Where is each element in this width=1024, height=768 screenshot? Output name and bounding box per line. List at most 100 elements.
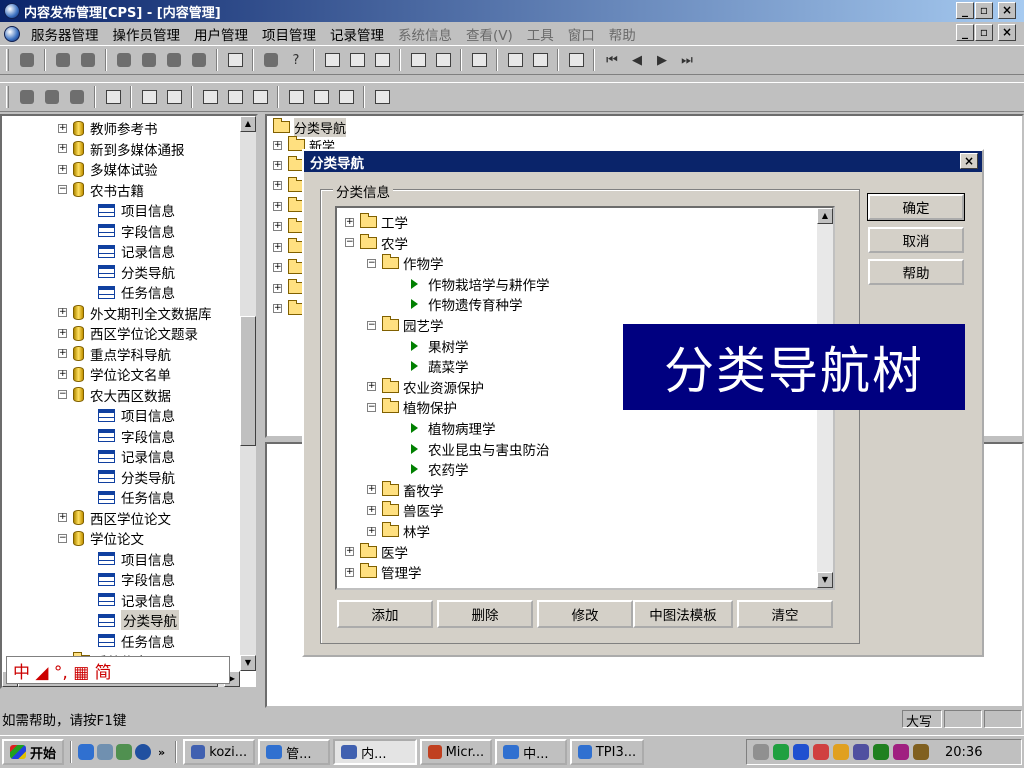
category-leaf[interactable]: 蔬菜学 <box>411 356 469 376</box>
tray-sync-icon[interactable] <box>853 744 869 760</box>
tree-item[interactable]: 项目信息 <box>98 549 175 569</box>
tree-item[interactable]: 分类导航 <box>98 467 175 487</box>
window-icon[interactable] <box>138 86 160 108</box>
refresh-icon[interactable] <box>224 49 246 71</box>
expand-icon[interactable]: + <box>58 513 67 522</box>
category-node[interactable]: + 医学 <box>345 542 408 562</box>
operator-icon[interactable] <box>113 49 135 71</box>
tree-item[interactable]: 任务信息 <box>98 282 175 302</box>
paste-icon[interactable] <box>432 49 454 71</box>
export-icon[interactable] <box>224 86 246 108</box>
tree-item[interactable]: 字段信息 <box>98 221 175 241</box>
tray-app-icon[interactable] <box>773 744 789 760</box>
expand-icon[interactable]: + <box>367 505 376 515</box>
first-record-icon[interactable]: ⏮ <box>601 49 623 71</box>
media-player-icon[interactable] <box>135 744 152 760</box>
tree-item[interactable]: + 新到多媒体通报 <box>58 139 185 159</box>
expand-icon[interactable]: + <box>273 242 282 252</box>
collapse-icon[interactable]: − <box>367 258 376 268</box>
menu-user[interactable]: 用户管理 <box>187 24 255 44</box>
user-icon[interactable] <box>138 49 160 71</box>
volume-icon[interactable] <box>753 744 769 760</box>
database-copy-icon[interactable] <box>41 86 63 108</box>
category-leaf[interactable]: 农药学 <box>411 459 469 479</box>
collapse-icon[interactable]: − <box>58 390 67 399</box>
menu-system[interactable]: 系统信息 <box>391 24 459 44</box>
expand-icon[interactable]: + <box>58 123 67 133</box>
permission-icon[interactable] <box>188 49 210 71</box>
expand-icon[interactable]: + <box>273 181 282 190</box>
record-add-icon[interactable] <box>321 49 343 71</box>
tray-edit-icon[interactable] <box>893 744 909 760</box>
expand-icon[interactable]: + <box>273 222 282 231</box>
tree-item[interactable]: − 农大西区数据 <box>58 385 171 405</box>
last-record-icon[interactable]: ⏭ <box>676 49 698 71</box>
right-tree-root[interactable]: 分类导航 <box>273 117 347 137</box>
tree-item[interactable]: 任务信息 <box>98 487 175 507</box>
category-leaf[interactable]: 作物遗传育种学 <box>411 294 523 314</box>
tree-item[interactable]: + 西区学位论文 <box>58 508 171 528</box>
help-button[interactable]: 帮助 <box>868 259 964 285</box>
collapse-icon[interactable]: − <box>58 185 67 194</box>
task-manage[interactable]: 管... <box>258 739 331 765</box>
collapse-icon[interactable]: − <box>58 533 67 543</box>
database-icon[interactable] <box>16 86 38 108</box>
copy-icon[interactable] <box>407 49 429 71</box>
tree-item[interactable]: 记录信息 <box>98 446 175 466</box>
category-node[interactable]: − 园艺学 <box>367 315 444 335</box>
cancel-button[interactable]: 取消 <box>868 227 964 253</box>
server-add-icon[interactable] <box>77 49 99 71</box>
category-node[interactable]: + 工学 <box>345 212 408 232</box>
ime-toolbar[interactable]: 中 ◢ °, ▦ 简 <box>6 656 230 684</box>
maximize-button[interactable]: ▫ <box>975 2 993 19</box>
expand-icon[interactable]: + <box>367 382 376 392</box>
task-powerpoint[interactable]: Micr... <box>420 739 493 765</box>
clc-template-button[interactable]: 中图法模板 <box>633 600 733 628</box>
tree-item[interactable]: + 外文期刊全文数据库 <box>58 303 212 323</box>
delete-button[interactable]: 删除 <box>437 600 533 628</box>
modify-button[interactable]: 修改 <box>537 600 633 628</box>
menu-project[interactable]: 项目管理 <box>255 24 323 44</box>
tree-item[interactable]: 分类导航 <box>98 262 175 282</box>
left-tree-pane[interactable]: + 教师参考书 + 新到多媒体通报 + 多媒体试验 − 农书古籍 项目信息 字段信息 记录信息 分类导… <box>0 114 258 689</box>
scroll-thumb[interactable] <box>240 316 256 446</box>
help-icon[interactable]: ? <box>285 49 307 71</box>
tree-item[interactable]: 记录信息 <box>98 590 175 610</box>
prev-record-icon[interactable]: ◀ <box>626 49 648 71</box>
tree-item[interactable]: 字段信息 <box>98 569 175 589</box>
expand-icon[interactable]: + <box>345 567 354 577</box>
structure-icon[interactable] <box>102 86 124 108</box>
import-icon[interactable] <box>249 86 271 108</box>
tree-item[interactable]: 项目信息 <box>98 405 175 425</box>
close-button[interactable]: × <box>998 2 1016 19</box>
category-leaf[interactable]: 植物病理学 <box>411 418 496 438</box>
category-node[interactable]: + 管理学 <box>345 562 422 582</box>
unpublish-icon[interactable] <box>335 86 357 108</box>
tree-item[interactable]: + 西区学位论文题录 <box>58 323 198 343</box>
expand-icon[interactable]: + <box>345 547 354 557</box>
chart-icon[interactable] <box>285 86 307 108</box>
add-button[interactable]: 添加 <box>337 600 433 628</box>
tree-item[interactable]: 分类导航 <box>98 610 179 630</box>
category-node[interactable]: − 作物学 <box>367 253 444 273</box>
record-edit-icon[interactable] <box>346 49 368 71</box>
expand-icon[interactable]: + <box>273 160 282 170</box>
tree-scroll-down-button[interactable]: ▼ <box>817 572 833 588</box>
start-button[interactable]: 开始 <box>2 739 65 765</box>
group-icon[interactable] <box>163 49 185 71</box>
collapse-icon[interactable]: − <box>345 238 354 248</box>
menu-help[interactable]: 帮助 <box>602 24 643 44</box>
tree-item[interactable]: + 教师参考书 <box>58 118 158 138</box>
task-kozi[interactable]: kozi... <box>183 739 256 765</box>
tray-disk-icon[interactable] <box>873 744 889 760</box>
expand-icon[interactable]: + <box>367 485 376 495</box>
dialog-close-button[interactable]: × <box>960 153 978 169</box>
book-icon[interactable] <box>16 49 38 71</box>
globe-icon[interactable] <box>260 49 282 71</box>
list-icon[interactable] <box>504 49 526 71</box>
tree-item[interactable]: + 多媒体试验 <box>58 159 158 179</box>
tree-item[interactable]: 字段信息 <box>98 426 175 446</box>
server-icon[interactable] <box>52 49 74 71</box>
menu-tools[interactable]: 工具 <box>520 24 561 44</box>
tree-item[interactable]: 记录信息 <box>98 241 175 261</box>
